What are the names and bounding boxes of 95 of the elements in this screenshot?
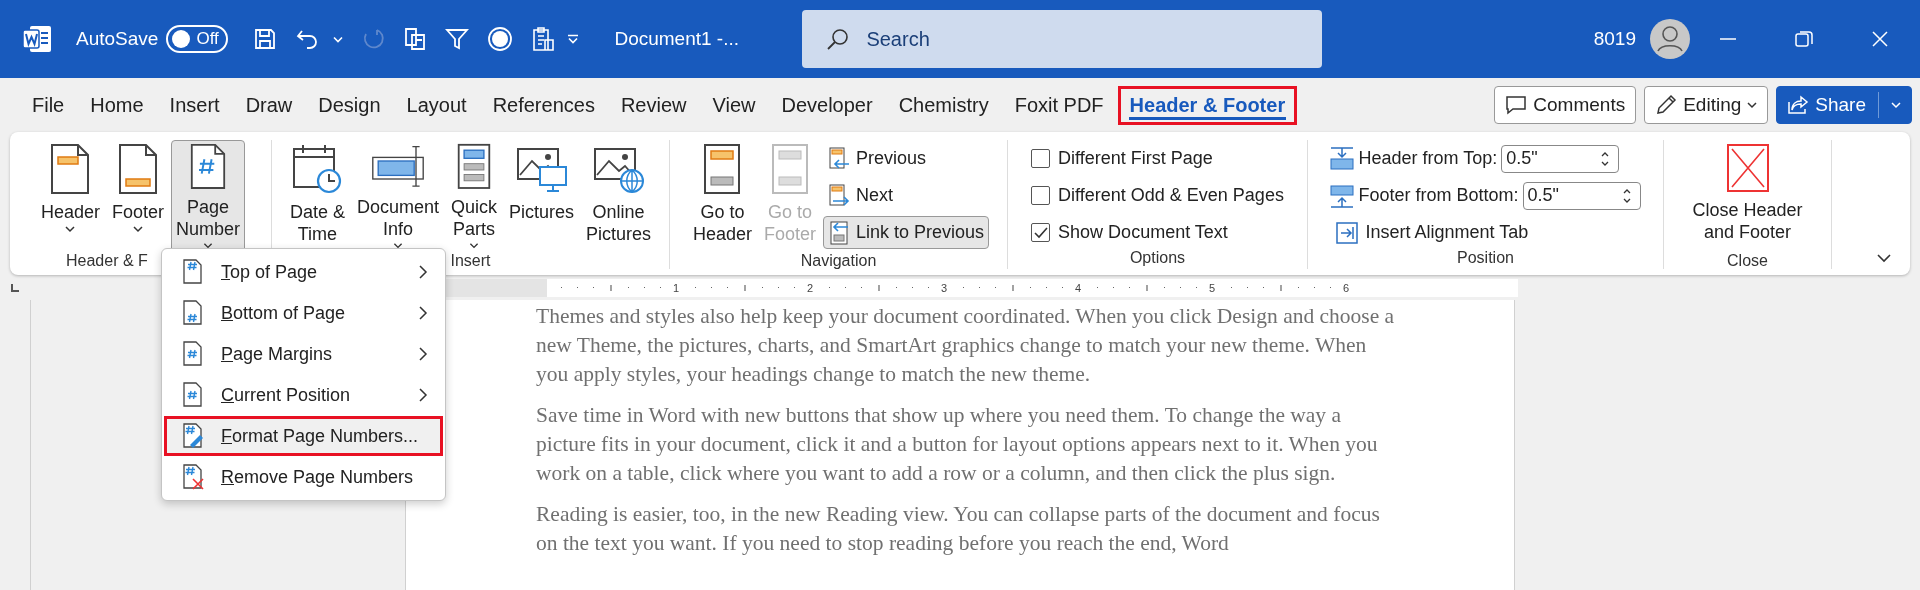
spin-field[interactable]: 0.5" <box>1501 144 1620 173</box>
ruler-number: 4 <box>1075 282 1083 294</box>
page-number-icon <box>181 259 205 285</box>
ruler-number: 5 <box>1209 282 1217 294</box>
group-label: Header & F <box>66 252 148 271</box>
group-label: Position <box>1457 249 1514 268</box>
ribbon-tab[interactable]: File <box>20 85 77 125</box>
copy-pages-icon[interactable] <box>403 27 428 51</box>
ribbon-tab[interactable]: View <box>700 85 768 125</box>
ribbon-button[interactable]: Previous <box>823 142 990 175</box>
search-field[interactable]: Search <box>802 10 1323 68</box>
ribbon-tab[interactable]: Draw <box>233 85 305 125</box>
go-to-footer-icon <box>770 143 810 195</box>
editing-button[interactable]: Editing <box>1644 86 1769 124</box>
avatar-icon[interactable] <box>1650 19 1690 59</box>
document-title: Document1 -... <box>614 28 740 50</box>
checkbox-label: Different Odd & Even Pages <box>1058 185 1284 206</box>
save-icon[interactable] <box>253 27 278 51</box>
close-box-icon <box>1725 143 1770 193</box>
group-label: Insert <box>450 252 491 271</box>
word-logo-icon[interactable] <box>22 25 52 53</box>
ribbon-button[interactable]: Insert Alignment Tab <box>1330 216 1641 249</box>
ribbon-tab[interactable]: References <box>480 85 607 125</box>
menu-item[interactable]: Remove Page Numbers <box>164 457 443 497</box>
close-icon[interactable] <box>1870 29 1890 49</box>
next-arrow-icon <box>828 183 850 208</box>
ribbon-button[interactable]: Next <box>823 179 990 212</box>
ribbon-button[interactable]: Link to Previous <box>823 216 990 249</box>
filter-icon[interactable] <box>445 27 470 51</box>
ribbon-tab[interactable]: Layout <box>394 85 479 125</box>
share-button[interactable]: Share <box>1776 86 1912 124</box>
spin-label: Header from Top: <box>1358 148 1498 169</box>
previous-arrow-icon <box>828 146 850 171</box>
search-icon <box>826 27 851 51</box>
checkbox[interactable] <box>1031 186 1051 205</box>
page-footer-icon <box>116 143 160 195</box>
ribbon-button[interactable]: Quick Parts <box>446 140 502 252</box>
ribbon-button[interactable]: Online Pictures <box>581 140 657 252</box>
ribbon-button[interactable]: Pictures <box>504 140 580 252</box>
autosave-toggle[interactable]: Off <box>166 25 229 53</box>
collapse-ribbon-icon[interactable] <box>1876 253 1892 263</box>
calendar-clock-icon <box>291 143 344 195</box>
user-name: 8019 <box>1593 28 1636 50</box>
body-paragraph: Reading is easier, too, in the new Reading view. You can collapse parts of the document and focus on the text you want. If you need to stop reading before you reach the end, Word <box>536 501 1381 557</box>
menu-item[interactable]: Page Margins <box>164 334 443 374</box>
ribbon-button[interactable]: Header <box>35 140 105 252</box>
caret-icon <box>1891 101 1901 109</box>
ribbon-tab[interactable]: Review <box>608 85 699 125</box>
ruler-number: 2 <box>807 282 815 294</box>
record-icon[interactable] <box>487 26 514 52</box>
ribbon-button[interactable]: Close Header and Footer <box>1687 140 1808 252</box>
spin-label: Footer from Bottom: <box>1358 185 1519 206</box>
ribbon-tab[interactable]: Home <box>78 85 156 125</box>
ruler-number: 6 <box>1343 282 1351 294</box>
group-label: Close <box>1727 252 1768 271</box>
ribbon-tab[interactable]: Developer <box>769 85 885 125</box>
spin-field[interactable]: 0.5" <box>1522 181 1641 210</box>
ribbon-button[interactable]: Footer <box>107 140 169 252</box>
menu-item[interactable]: Current Position <box>164 375 443 415</box>
ribbon-tab[interactable]: Foxit PDF <box>1002 85 1116 125</box>
group-label: Navigation <box>800 252 877 271</box>
link-to-previous-icon <box>828 220 850 245</box>
pencil-icon <box>1655 94 1678 116</box>
body-paragraph: Save time in Word with new buttons that show up where you need them. To change the way a picture fits in your document, click it and a button for layout options appears next to it. When you work on a table, click where you want to add a row or a column, and then click the plus sign. <box>536 402 1379 487</box>
comments-button[interactable]: Comments <box>1494 86 1637 124</box>
page-number-icon <box>181 341 205 367</box>
menu-item[interactable]: Format Page Numbers... <box>164 416 443 456</box>
checkbox[interactable] <box>1031 149 1051 168</box>
ribbon-tab[interactable]: Design <box>306 85 393 125</box>
footer-position-icon <box>1330 183 1355 208</box>
group-label: Options <box>1129 249 1186 268</box>
share-icon <box>1787 95 1810 115</box>
checkbox-label: Different First Page <box>1058 148 1213 169</box>
alignment-tab-icon <box>1335 220 1360 245</box>
page-pen-icon <box>181 423 205 449</box>
caret-icon <box>1747 101 1758 109</box>
checkbox-label: Show Document Text <box>1058 222 1228 243</box>
header-position-icon <box>1330 146 1355 171</box>
comment-icon <box>1505 95 1528 115</box>
body-paragraph: Themes and styles also help keep your document coordinated. When you click Design and choose a new Theme, the pictures, charts, and SmartArt graphics change to match your new theme. When you apply styles, your headings change to match the new theme. <box>536 303 1396 388</box>
page-number-icon <box>181 382 205 408</box>
page-number-icon <box>181 300 205 326</box>
page-remove-icon <box>181 464 205 490</box>
ribbon-tab[interactable]: Header & Footer <box>1117 85 1298 125</box>
ribbon-button[interactable]: Go to Header <box>687 140 757 252</box>
go-to-header-icon <box>702 143 743 195</box>
ribbon-tab[interactable]: Insert <box>157 85 232 125</box>
ribbon-tab[interactable]: Chemistry <box>886 85 1001 125</box>
autosave-label: AutoSave <box>76 28 159 50</box>
tab-selector-icon[interactable] <box>10 283 20 293</box>
clipboard-icon[interactable] <box>531 26 556 52</box>
restore-icon[interactable] <box>1794 29 1814 49</box>
ruler-number: 3 <box>941 282 949 294</box>
ruler-number: 1 <box>673 282 681 294</box>
checkbox[interactable] <box>1031 223 1051 242</box>
